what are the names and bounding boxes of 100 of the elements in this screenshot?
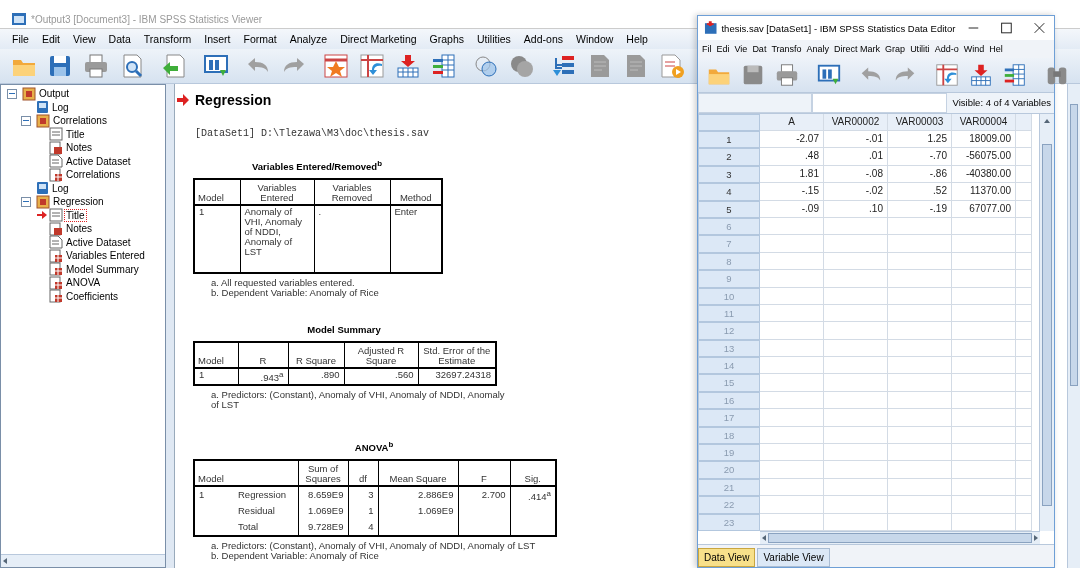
data-cell[interactable] [760, 217, 824, 236]
data-cell[interactable] [952, 374, 1016, 392]
data-cell[interactable] [952, 339, 1016, 358]
outline-item[interactable]: Title [65, 209, 86, 221]
data-cell[interactable]: -40380.00 [952, 165, 1016, 184]
data-cell[interactable]: 1.81 [760, 165, 824, 184]
data-cell[interactable] [1016, 304, 1032, 323]
outline-item[interactable]: Title [65, 128, 86, 140]
data-cell[interactable] [824, 426, 888, 445]
cell-name-field[interactable] [698, 93, 812, 113]
insert-column-icon[interactable] [430, 52, 458, 80]
data-cell[interactable]: -.01 [824, 131, 888, 149]
menu-item[interactable]: Transfo [771, 44, 802, 54]
scroll-left-icon[interactable] [760, 534, 768, 542]
data-cell[interactable]: 67077.00 [952, 200, 1016, 218]
outline-item[interactable]: Variables Entered [65, 250, 146, 262]
scroll-thumb[interactable] [1070, 104, 1078, 386]
data-cell[interactable] [952, 391, 1016, 410]
data-cell[interactable] [760, 426, 824, 445]
data-cell[interactable] [888, 322, 952, 340]
data-cell[interactable] [824, 322, 888, 340]
outline-item[interactable]: Log [51, 182, 70, 194]
outline-item[interactable]: Log [51, 101, 70, 113]
collapse-icon[interactable] [21, 115, 31, 126]
data-cell[interactable]: 1.25 [888, 131, 952, 149]
data-cell[interactable] [1016, 374, 1032, 392]
outline-item[interactable]: Model Summary [65, 263, 140, 275]
data-cell[interactable] [1016, 496, 1032, 514]
menu-item[interactable]: Dat [752, 44, 767, 54]
data-cell[interactable] [760, 444, 824, 462]
data-cell[interactable] [952, 235, 1016, 253]
menu-item[interactable]: Analy [806, 44, 830, 54]
data-cell[interactable] [760, 391, 824, 410]
outline-item[interactable]: Coefficients [65, 290, 120, 302]
menu-item[interactable]: Analyze [289, 33, 328, 45]
document-play-icon[interactable] [658, 52, 686, 80]
menu-item[interactable]: Fil [702, 44, 712, 54]
data-cell[interactable] [1016, 131, 1032, 149]
data-cell[interactable] [888, 444, 952, 462]
print-icon[interactable] [82, 52, 110, 80]
data-cell[interactable] [760, 478, 824, 497]
data-cell[interactable] [824, 374, 888, 392]
scroll-left-icon[interactable] [1, 557, 9, 565]
menu-item[interactable]: Grap [885, 44, 906, 54]
menu-item[interactable]: File [12, 33, 29, 45]
data-cell[interactable] [760, 496, 824, 514]
menu-item[interactable]: Help [626, 33, 648, 45]
data-cell[interactable] [888, 287, 952, 305]
menu-item[interactable]: Graphs [429, 33, 464, 45]
outline-item[interactable]: Correlations [52, 115, 108, 127]
outline-item[interactable]: ANOVA [65, 277, 102, 289]
data-cell[interactable] [1016, 409, 1032, 427]
data-cell[interactable] [952, 409, 1016, 427]
menu-item[interactable]: Transform [143, 33, 192, 45]
table-arrow-icon[interactable] [358, 52, 386, 80]
data-cell[interactable] [760, 461, 824, 479]
data-cell[interactable] [888, 217, 952, 236]
data-cell[interactable]: -.19 [888, 200, 952, 218]
view-tab[interactable]: Data View [698, 548, 756, 567]
data-cell[interactable]: .48 [760, 148, 824, 166]
data-cell[interactable] [1016, 287, 1032, 305]
variable-header[interactable]: VAR00002 [824, 114, 888, 131]
data-cell[interactable] [952, 322, 1016, 340]
data-cell[interactable] [888, 304, 952, 323]
data-cell[interactable] [760, 374, 824, 392]
data-cell[interactable]: -56075.00 [952, 148, 1016, 166]
data-cell[interactable] [824, 357, 888, 375]
row-number[interactable]: 2 [698, 148, 760, 166]
data-cell[interactable] [888, 461, 952, 479]
data-cell[interactable] [888, 409, 952, 427]
menu-item[interactable]: Edit [41, 33, 60, 45]
menu-item[interactable]: Vie [734, 44, 748, 54]
data-cell[interactable]: -.15 [760, 183, 824, 201]
variable-header[interactable] [1016, 114, 1032, 131]
insert-row-icon[interactable] [394, 52, 422, 80]
data-cell[interactable] [1016, 478, 1032, 497]
data-cell[interactable]: -.70 [888, 148, 952, 166]
star-table-icon[interactable] [322, 52, 350, 80]
variable-header[interactable]: VAR00003 [888, 114, 952, 131]
insert-column-icon[interactable] [1002, 62, 1028, 88]
menu-item[interactable]: Add-ons [523, 33, 563, 45]
data-cell[interactable] [1016, 339, 1032, 358]
data-cell[interactable]: -.09 [760, 200, 824, 218]
data-cell[interactable] [824, 409, 888, 427]
data-cell[interactable] [760, 287, 824, 305]
table-arrow-icon[interactable] [934, 62, 960, 88]
outline-item[interactable]: Active Dataset [65, 155, 132, 167]
data-cell[interactable] [952, 478, 1016, 497]
data-cell[interactable] [888, 478, 952, 497]
data-cell[interactable] [888, 339, 952, 358]
menu-item[interactable]: Data [108, 33, 131, 45]
outline-item[interactable]: Notes [65, 142, 94, 154]
data-cell[interactable]: .01 [824, 148, 888, 166]
data-cell[interactable] [1016, 183, 1032, 201]
data-cell[interactable] [824, 496, 888, 514]
scroll-thumb[interactable] [768, 533, 1032, 543]
data-cell[interactable] [824, 304, 888, 323]
data-cell[interactable] [760, 339, 824, 358]
data-cell[interactable] [952, 461, 1016, 479]
data-cell[interactable] [1016, 461, 1032, 479]
